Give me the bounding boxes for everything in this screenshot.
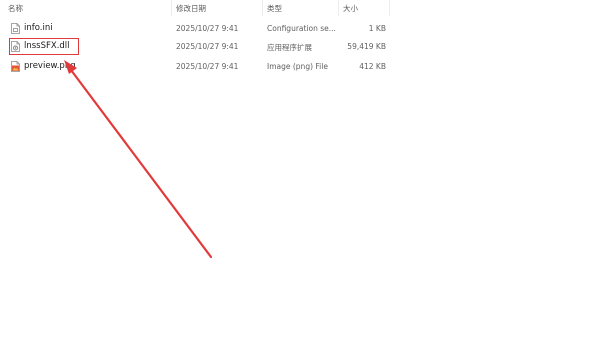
png-file-icon (11, 61, 20, 72)
file-name: preview.png (24, 61, 76, 71)
file-size: 1 KB (368, 24, 386, 33)
ini-file-icon (11, 23, 20, 34)
file-list: 名称 修改日期 类型 大小 info.ini 2025/10/27 9:41 C… (0, 0, 600, 347)
column-header-name[interactable]: 名称 (8, 3, 23, 14)
column-divider[interactable] (171, 0, 172, 16)
file-size: 412 KB (359, 62, 386, 71)
file-name: info.ini (24, 23, 53, 33)
file-date: 2025/10/27 9:41 (176, 62, 239, 71)
file-size: 59,419 KB (347, 42, 386, 51)
file-type: Image (png) File (267, 62, 328, 71)
file-type: Configuration se... (267, 24, 336, 33)
column-header-date[interactable]: 修改日期 (176, 3, 206, 14)
file-type: 应用程序扩展 (267, 43, 312, 52)
column-divider[interactable] (389, 0, 390, 16)
file-date: 2025/10/27 9:41 (176, 42, 239, 51)
column-header: 名称 修改日期 类型 大小 (0, 0, 390, 16)
highlight-box (9, 38, 79, 55)
file-row-info-ini[interactable]: info.ini 2025/10/27 9:41 Configuration s… (0, 20, 390, 37)
column-divider[interactable] (262, 0, 263, 16)
column-header-size[interactable]: 大小 (343, 3, 358, 14)
file-row-preview-png[interactable]: preview.png 2025/10/27 9:41 Image (png) … (0, 58, 390, 75)
column-header-type[interactable]: 类型 (267, 3, 282, 14)
column-divider[interactable] (338, 0, 339, 16)
file-date: 2025/10/27 9:41 (176, 24, 239, 33)
